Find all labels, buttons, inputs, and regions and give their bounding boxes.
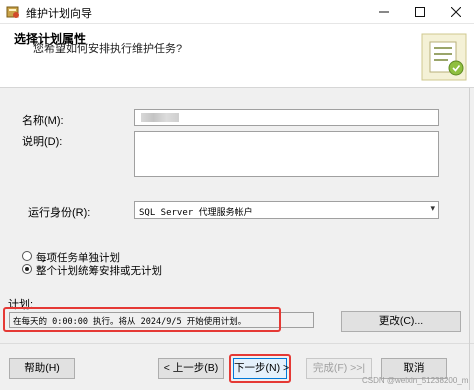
back-button[interactable]: < 上一步(B) xyxy=(158,358,224,379)
maintenance-plan-graphic xyxy=(421,33,467,81)
description-label: 说明(D): xyxy=(22,136,63,148)
wizard-icon xyxy=(6,6,19,18)
wizard-header: 选择计划属性 您希望如何安排执行维护任务? xyxy=(0,24,474,88)
run-as-select[interactable]: SQL Server 代理服务帐户 ▾ xyxy=(134,201,439,219)
run-as-value: SQL Server 代理服务帐户 xyxy=(139,208,253,218)
wizard-content: 名称(M): 说明(D): 运行身份(R): SQL Server 代理服务帐户… xyxy=(0,88,474,343)
minimize-icon xyxy=(379,11,389,13)
window-edge xyxy=(469,88,470,390)
page-subtitle: 您希望如何安排执行维护任务? xyxy=(33,43,183,55)
description-field[interactable] xyxy=(134,131,439,177)
minimize-button[interactable] xyxy=(366,0,402,24)
radio-button-checked[interactable] xyxy=(22,264,32,274)
watermark: CSDN @weixin_51238200_m xyxy=(362,376,469,385)
maximize-button[interactable] xyxy=(402,0,438,24)
window-title: 维护计划向导 xyxy=(26,8,92,20)
highlight-next xyxy=(229,354,291,383)
close-icon xyxy=(450,6,462,18)
chevron-down-icon: ▾ xyxy=(430,204,435,214)
radio-single-label: 整个计划统筹安排或无计划 xyxy=(36,265,162,277)
close-button[interactable] xyxy=(438,0,474,24)
change-schedule-button[interactable]: 更改(C)... xyxy=(341,311,461,332)
obscured-name xyxy=(141,113,179,122)
help-button[interactable]: 帮助(H) xyxy=(9,358,75,379)
name-label: 名称(M): xyxy=(22,115,64,127)
title-bar: 维护计划向导 xyxy=(0,0,474,24)
highlight-schedule xyxy=(3,307,281,332)
maximize-icon xyxy=(415,7,425,17)
run-as-label: 运行身份(R): xyxy=(28,207,91,219)
name-field[interactable] xyxy=(134,109,439,126)
radio-button[interactable] xyxy=(22,251,32,261)
